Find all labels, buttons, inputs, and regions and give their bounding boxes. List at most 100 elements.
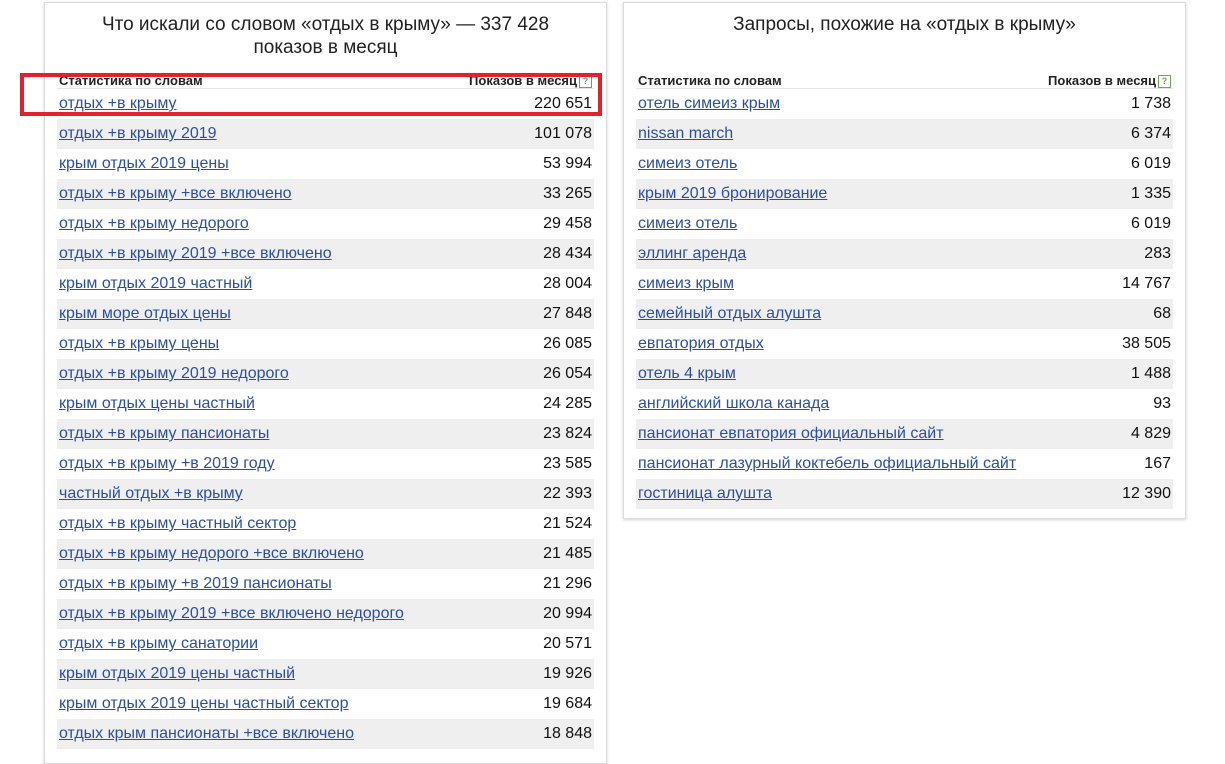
impressions-count: 1 488: [1130, 365, 1171, 382]
keyword-link[interactable]: английский школа канада: [638, 395, 829, 413]
impressions-count: 33 265: [543, 185, 592, 202]
keyword-link[interactable]: nissan march: [638, 125, 733, 143]
impressions-count: 23 824: [543, 425, 592, 442]
impressions-count: 21 296: [543, 575, 592, 592]
keyword-link[interactable]: отдых +в крыму цены: [59, 335, 219, 353]
table-row: отдых +в крыму 2019 +все включено 28 434: [57, 239, 594, 269]
table-row: крым море отдых цены 27 848: [57, 299, 594, 329]
table-row: английский школа канада 93: [636, 389, 1173, 419]
table-row: отдых +в крыму +в 2019 пансионаты 21 296: [57, 569, 594, 599]
table-row: пансионат евпатория официальный сайт 4 82…: [636, 419, 1173, 449]
keyword-link[interactable]: симеиз крым: [638, 275, 734, 293]
table-row: гостиница алушта 12 390: [636, 479, 1173, 509]
keyword-link[interactable]: крым отдых 2019 цены: [59, 155, 229, 173]
similar-queries-panel: Запросы, похожие на «отдых в крыму» Стат…: [623, 2, 1186, 519]
keyword-link[interactable]: отдых +в крыму недорого +все включено: [59, 545, 364, 563]
impressions-count: 23 585: [543, 455, 592, 472]
impressions-count: 28 004: [543, 275, 592, 292]
table-row: крым отдых 2019 цены 53 994: [57, 149, 594, 179]
keyword-link[interactable]: крым море отдых цены: [59, 305, 231, 323]
keyword-link[interactable]: отдых +в крыму частный сектор: [59, 515, 296, 533]
impressions-count: 6 019: [1130, 155, 1171, 172]
table-row: отдых +в крыму 2019 +все включено недоро…: [57, 599, 594, 629]
table-row: симеиз крым 14 767: [636, 269, 1173, 299]
keyword-link[interactable]: отдых +в крыму +в 2019 пансионаты: [59, 575, 332, 593]
keyword-link[interactable]: пансионат лазурный коктебель официальный…: [638, 455, 1016, 473]
impressions-count: 167: [1144, 455, 1171, 472]
keyword-link[interactable]: отдых +в крыму 2019 +все включено: [59, 245, 332, 263]
impressions-count: 4 829: [1130, 425, 1171, 442]
impressions-count: 6 374: [1130, 125, 1171, 142]
table-row: симеиз отель 6 019: [636, 149, 1173, 179]
keyword-link[interactable]: отдых +в крыму 2019 недорого: [59, 365, 289, 383]
table-row: отдых +в крыму 2019 101 078: [57, 119, 594, 149]
table-row: отдых +в крыму +все включено 33 265: [57, 179, 594, 209]
keyword-link[interactable]: отдых +в крыму санатории: [59, 635, 258, 653]
table-row: отель симеиз крым 1 738: [636, 89, 1173, 119]
help-icon[interactable]: ?: [1158, 75, 1171, 88]
keyword-link[interactable]: крым отдых 2019 цены частный: [59, 665, 295, 683]
keyword-link[interactable]: крым отдых 2019 цены частный сектор: [59, 695, 348, 713]
impressions-count: 27 848: [543, 305, 592, 322]
impressions-count: 38 505: [1122, 335, 1171, 352]
left-table-header: Статистика по словам Показов в месяц?: [57, 65, 594, 89]
table-row: nissan march 6 374: [636, 119, 1173, 149]
impressions-count: 21 485: [543, 545, 592, 562]
right-table-header: Статистика по словам Показов в месяц?: [636, 65, 1173, 89]
impressions-count: 26 085: [543, 335, 592, 352]
table-row: отдых +в крыму 220 651: [57, 89, 594, 119]
keyword-link[interactable]: отдых крым пансионаты +все включено: [59, 725, 354, 743]
right-panel-title: Запросы, похожие на «отдых в крыму»: [733, 14, 1076, 35]
keyword-link[interactable]: пансионат евпатория официальный сайт: [638, 425, 944, 443]
impressions-count: 20 994: [543, 605, 592, 622]
impressions-count: 19 926: [543, 665, 592, 682]
table-row: семейный отдых алушта 68: [636, 299, 1173, 329]
keyword-link[interactable]: крым 2019 бронирование: [638, 185, 827, 203]
keyword-link[interactable]: гостиница алушта: [638, 485, 772, 503]
help-icon[interactable]: ?: [579, 75, 592, 88]
keyword-link[interactable]: частный отдых +в крыму: [59, 485, 243, 503]
column-header-count: Показов в месяц?: [1048, 73, 1171, 88]
keyword-link[interactable]: отдых +в крыму 2019 +все включено недоро…: [59, 605, 404, 623]
keyword-link[interactable]: семейный отдых алушта: [638, 305, 821, 323]
right-rows: отель симеиз крым 1 738 nissan march 6 374 с…: [636, 89, 1173, 509]
table-row: крым отдых 2019 частный 28 004: [57, 269, 594, 299]
keyword-link[interactable]: эллинг аренда: [638, 245, 746, 263]
keyword-link[interactable]: крым отдых 2019 частный: [59, 275, 252, 293]
table-row: крым отдых цены частный 24 285: [57, 389, 594, 419]
keyword-link[interactable]: отдых +в крыму 2019: [59, 125, 217, 143]
left-stats-table: Статистика по словам Показов в месяц? от…: [57, 65, 594, 749]
keyword-link[interactable]: отдых +в крыму: [59, 95, 177, 113]
keyword-link[interactable]: отдых +в крыму +все включено: [59, 185, 292, 203]
impressions-count: 283: [1144, 245, 1171, 262]
table-row: отдых +в крыму пансионаты 23 824: [57, 419, 594, 449]
impressions-count: 93: [1153, 395, 1171, 412]
keyword-link[interactable]: отель 4 крым: [638, 365, 736, 383]
impressions-count: 68: [1153, 305, 1171, 322]
keyword-link[interactable]: евпатория отдых: [638, 335, 764, 353]
impressions-count: 21 524: [543, 515, 592, 532]
column-header-words: Статистика по словам: [638, 73, 782, 88]
column-header-words: Статистика по словам: [59, 73, 203, 88]
keyword-link[interactable]: симеиз отель: [638, 215, 737, 233]
table-row: частный отдых +в крыму 22 393: [57, 479, 594, 509]
impressions-count: 101 078: [534, 125, 592, 142]
table-row: отдых +в крыму недорого 29 458: [57, 209, 594, 239]
table-row: отдых +в крыму недорого +все включено 21 …: [57, 539, 594, 569]
keyword-link[interactable]: симеиз отель: [638, 155, 737, 173]
table-row: отдых +в крыму частный сектор 21 524: [57, 509, 594, 539]
keyword-link[interactable]: отдых +в крыму недорого: [59, 215, 249, 233]
impressions-count: 22 393: [543, 485, 592, 502]
impressions-count: 1 738: [1130, 95, 1171, 112]
keyword-link[interactable]: отдых +в крыму +в 2019 году: [59, 455, 275, 473]
keyword-link[interactable]: крым отдых цены частный: [59, 395, 255, 413]
keyword-link[interactable]: отдых +в крыму пансионаты: [59, 425, 269, 443]
table-row: отдых крым пансионаты +все включено 18 84…: [57, 719, 594, 749]
right-stats-table: Статистика по словам Показов в месяц? от…: [636, 65, 1173, 509]
impressions-count: 20 571: [543, 635, 592, 652]
table-row: симеиз отель 6 019: [636, 209, 1173, 239]
column-header-count: Показов в месяц?: [469, 73, 592, 88]
table-row: крым отдых 2019 цены частный сектор 19 68…: [57, 689, 594, 719]
keyword-link[interactable]: отель симеиз крым: [638, 95, 780, 113]
impressions-count: 26 054: [543, 365, 592, 382]
